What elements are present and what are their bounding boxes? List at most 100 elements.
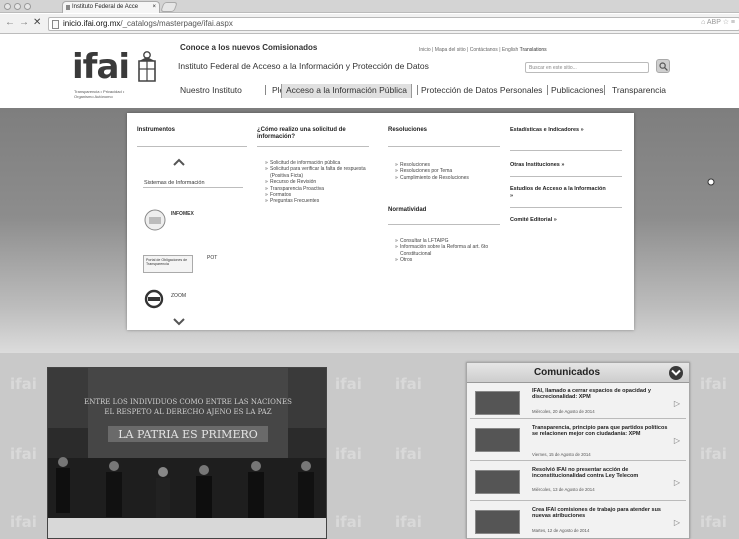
resoluciones-links: Resoluciones Resoluciones por Tema Cumpl… <box>395 162 505 182</box>
infomex-logo-icon[interactable] <box>144 209 166 231</box>
photo-illustration: ENTRE LOS INDIVIDUOS COMO ENTRE LAS NACI… <box>48 368 326 538</box>
news-date: Miércoles, 13 de Agosto de 2014 <box>532 487 595 492</box>
infomex-link[interactable]: INFOMEX <box>171 211 194 217</box>
nav-divider <box>265 85 266 95</box>
divider <box>388 146 500 147</box>
link-estudios-acceso[interactable]: Estudios de Acceso a la Información » <box>510 186 610 200</box>
main-navigation: Nuestro Instituto Pleno Acceso a la Info… <box>172 84 692 98</box>
divider <box>257 146 369 147</box>
utility-links: Inicio | Mapa del sitio | Contáctanos | … <box>419 47 547 53</box>
link-otros[interactable]: Otros <box>395 257 505 264</box>
arrow-right-icon[interactable]: ▷ <box>674 518 680 527</box>
divider <box>388 224 500 225</box>
ifai-logo[interactable]: ifai Transparencia • Privacidad • Organi… <box>72 47 167 102</box>
zoom-logo-icon[interactable] <box>144 289 166 311</box>
news-headline: IFAI, llamado a cerrar espacios de opaci… <box>532 388 651 401</box>
divider <box>510 176 622 177</box>
browser-tab-bar: Instituto Federal de Acce × <box>0 0 739 13</box>
search-icon <box>659 62 668 71</box>
util-link-translations[interactable]: Translations <box>520 47 547 53</box>
window-minimize-button[interactable] <box>14 3 21 10</box>
toolbar-icons[interactable]: ⌂ ABP ☆ ≡ <box>701 18 735 26</box>
link-reforma-6to[interactable]: Información sobre la Reforma al art. 6to… <box>395 244 505 257</box>
link-otras-instituciones[interactable]: Otras Instituciones » <box>510 162 564 169</box>
nav-datos-personales[interactable]: Protección de Datos Personales <box>417 84 546 98</box>
tab-close-icon[interactable]: × <box>152 4 156 10</box>
arrow-right-icon[interactable]: ▷ <box>674 399 680 408</box>
news-headline: Crea IFAI comisiones de trabajo para ate… <box>532 507 661 520</box>
logo-wordmark: ifai <box>72 47 130 87</box>
link-cumplimiento[interactable]: Cumplimiento de Resoluciones <box>395 175 505 182</box>
nav-nuestro-instituto[interactable]: Nuestro Instituto <box>176 84 246 98</box>
mouse-cursor-icon <box>707 178 715 186</box>
browser-tab[interactable]: Instituto Federal de Acce × <box>62 1 160 13</box>
nav-acceso-informacion[interactable]: Acceso a la Información Pública <box>281 84 412 98</box>
news-headline: Resolvió IFAI no presentar acción de inc… <box>532 467 639 480</box>
sistemas-informacion-label: Sistemas de Información <box>144 180 205 186</box>
site-header: ifai Transparencia • Privacidad • Organi… <box>0 35 739 108</box>
nav-divider <box>604 85 605 95</box>
featured-photo[interactable]: ENTRE LOS INDIVIDUOS COMO ENTRE LAS NACI… <box>47 367 327 539</box>
window-maximize-button[interactable] <box>24 3 31 10</box>
collapse-button[interactable] <box>669 366 683 380</box>
comunicados-panel: Comunicados IFAI, llamado a cerrar espac… <box>466 362 690 539</box>
news-date: Viernes, 15 de Agosto de 2014 <box>532 452 591 457</box>
news-thumbnail <box>475 391 520 415</box>
tab-title: Instituto Federal de Acce <box>72 4 139 10</box>
window-close-button[interactable] <box>4 3 11 10</box>
news-item[interactable]: Transparencia, principio para que partid… <box>470 423 686 461</box>
comunicados-title: Comunicados <box>533 367 601 378</box>
news-thumbnail <box>475 510 520 534</box>
col-solicitud-heading: ¿Cómo realizo una solicitud de informaci… <box>257 127 346 140</box>
logo-mark-icon <box>138 51 156 82</box>
nav-transparencia[interactable]: Transparencia <box>608 84 670 98</box>
new-tab-button[interactable] <box>160 2 178 12</box>
photo-inscription-1: ENTRE LOS INDIVIDUOS COMO ENTRE LAS NACI… <box>84 398 292 406</box>
watermark-logo: ifai <box>10 513 37 531</box>
arrow-right-icon[interactable]: ▷ <box>674 478 680 487</box>
chevron-down-icon <box>671 369 681 376</box>
tab-favicon-icon <box>66 5 70 10</box>
util-link-mapa[interactable]: Mapa del sitio <box>435 47 466 53</box>
news-item[interactable]: Crea IFAI comisiones de trabajo para ate… <box>470 505 686 537</box>
link-preguntas-frecuentes[interactable]: Preguntas Frecuentes <box>265 198 373 205</box>
util-link-inicio[interactable]: Inicio <box>419 47 431 53</box>
link-comite-editorial[interactable]: Comité Editorial » <box>510 217 557 224</box>
watermark-logo: ifai <box>335 513 362 531</box>
comunicados-header: Comunicados <box>467 363 689 383</box>
divider <box>143 187 243 188</box>
link-positiva-ficta[interactable]: Solicitud para verificar la falta de res… <box>265 166 373 179</box>
arrow-right-icon[interactable]: ▷ <box>674 436 680 445</box>
zoom-link[interactable]: ZOOM <box>171 293 186 299</box>
divider <box>510 150 622 151</box>
mega-menu: Instrumentos Sistemas de Información INF… <box>127 113 634 330</box>
nav-publicaciones[interactable]: Publicaciones <box>547 84 607 98</box>
news-headline: Transparencia, principio para que partid… <box>532 425 668 438</box>
col-resoluciones-heading: Resoluciones <box>388 127 428 133</box>
headline-link[interactable]: Conoce a los nuevos Comisionados <box>180 43 317 52</box>
link-estadisticas[interactable]: Estadísticas e Indicadores » <box>510 127 584 134</box>
chevron-up-icon[interactable] <box>173 158 185 166</box>
util-link-contacto[interactable]: Contáctanos <box>470 47 498 53</box>
news-thumbnail <box>475 428 520 452</box>
url-field[interactable]: inicio.ifai.org.mx/_catalogs/masterpage/… <box>48 17 739 31</box>
solicitud-links: Solicitud de información pública Solicit… <box>265 160 373 205</box>
institution-name: Instituto Federal de Acceso a la Informa… <box>178 61 429 71</box>
photo-inscription-main: LA PATRIA ES PRIMERO <box>118 428 258 441</box>
back-arrow-icon[interactable]: ← <box>5 17 15 29</box>
site-search-button[interactable] <box>656 59 670 73</box>
col-instrumentos-heading: Instrumentos <box>137 127 176 133</box>
url-host: inicio.ifai.org.mx <box>63 19 121 28</box>
stop-icon[interactable]: ✕ <box>33 17 41 29</box>
forward-arrow-icon[interactable]: → <box>19 17 29 29</box>
chevron-down-icon[interactable] <box>173 318 185 326</box>
divider <box>510 207 622 208</box>
util-link-english[interactable]: English <box>502 47 518 53</box>
normatividad-links: Consultar la LFTAIPG Información sobre l… <box>395 238 505 264</box>
news-item[interactable]: IFAI, llamado a cerrar espacios de opaci… <box>470 386 686 419</box>
watermark-logo: ifai <box>700 513 727 531</box>
pot-logo[interactable]: Portal de Obligaciones de Transparencia <box>143 255 193 273</box>
site-search-input[interactable]: Buscar en este sitio... <box>525 62 649 73</box>
pot-link[interactable]: POT <box>207 255 217 261</box>
news-item[interactable]: Resolvió IFAI no presentar acción de inc… <box>470 465 686 501</box>
